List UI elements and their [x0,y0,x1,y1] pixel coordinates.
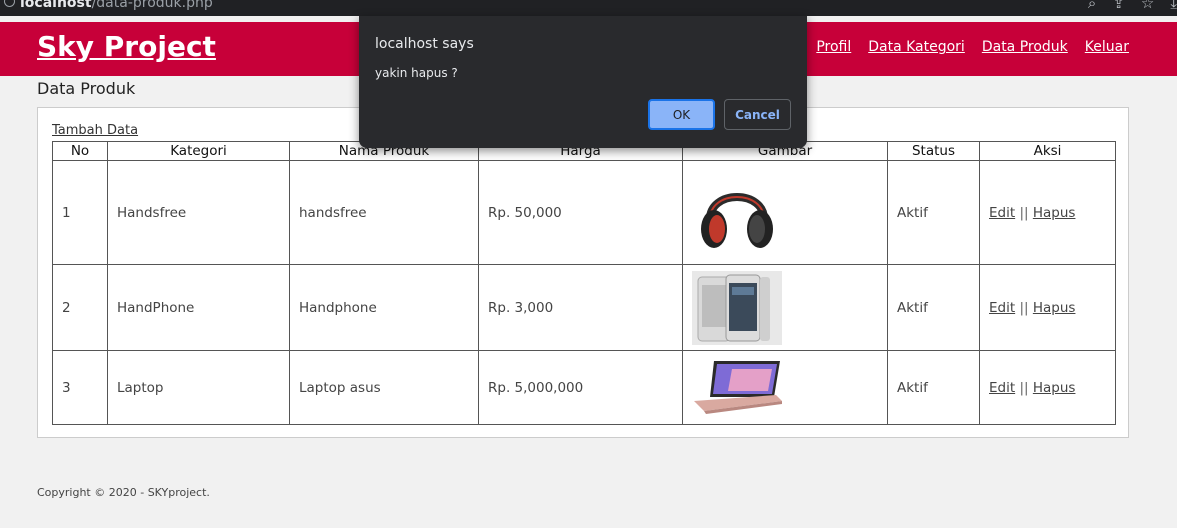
cell-nama: Laptop asus [289,350,479,425]
page-title: Data Produk [37,79,136,98]
url-host: localhost [20,0,92,11]
dialog-title: localhost says [375,36,474,52]
cell-no: 3 [52,350,108,425]
zoom-icon[interactable]: ⌕ [1088,0,1096,12]
cell-status: Aktif [887,160,980,265]
dialog-message: yakin hapus ? [375,66,458,80]
action-separator: || [1019,379,1029,396]
edit-link[interactable]: Edit [989,380,1015,396]
download-icon[interactable]: ⤓ [1170,0,1177,12]
nav-data-produk[interactable]: Data Produk [982,39,1068,55]
cell-status: Aktif [887,350,980,425]
table-row: 1 Handsfree handsfree Rp. 50,000 Aktif E… [52,160,1116,265]
header-kategori: Kategori [107,141,290,161]
confirm-dialog: localhost says yakin hapus ? OK Cancel [359,16,807,148]
cancel-button[interactable]: Cancel [724,99,791,130]
nav-keluar[interactable]: Keluar [1085,39,1129,55]
cell-no: 1 [52,160,108,265]
header-status: Status [887,141,980,161]
add-product-link[interactable]: Tambah Data [52,123,138,138]
delete-link[interactable]: Hapus [1033,300,1076,316]
products-table: No Kategori Nama Produk Harga Gambar Sta… [52,141,1116,425]
address-bar[interactable]: localhost/data-produk.php [20,0,213,11]
delete-link[interactable]: Hapus [1033,205,1076,221]
cell-kategori: HandPhone [107,264,290,351]
url-path: /data-produk.php [91,0,213,11]
delete-link[interactable]: Hapus [1033,380,1076,396]
table-row: 2 HandPhone Handphone Rp. 3,000 Aktif Ed… [52,264,1116,351]
cell-aksi: Edit || Hapus [979,264,1116,351]
cell-status: Aktif [887,264,980,351]
laptop-image [692,356,784,419]
nav-profil[interactable]: Profil [816,39,851,55]
site-info-icon[interactable] [4,0,15,7]
bookmark-star-icon[interactable]: ☆ [1141,0,1154,12]
cell-no: 2 [52,264,108,351]
content-box: Tambah Data No Kategori Nama Produk Harg… [37,107,1129,438]
cell-kategori: Handsfree [107,160,290,265]
header-aksi: Aksi [979,141,1116,161]
cell-harga: Rp. 3,000 [478,264,683,351]
share-icon[interactable]: ⇪ [1112,0,1125,12]
smartphone-image [692,270,782,345]
nav-data-kategori[interactable]: Data Kategori [868,39,965,55]
main-nav: Profil Data Kategori Data Produk Keluar [816,39,1129,55]
footer-copyright: Copyright © 2020 - SKYproject. [37,486,210,499]
cell-gambar [682,264,888,351]
edit-link[interactable]: Edit [989,205,1015,221]
header-no: No [52,141,108,161]
brand-link[interactable]: Sky Project [37,30,216,63]
cell-harga: Rp. 50,000 [478,160,683,265]
cell-harga: Rp. 5,000,000 [478,350,683,425]
cell-aksi: Edit || Hapus [979,350,1116,425]
cell-nama: Handphone [289,264,479,351]
edit-link[interactable]: Edit [989,300,1015,316]
table-row: 3 Laptop Laptop asus Rp. 5,000,000 Aktif… [52,350,1116,425]
ok-button[interactable]: OK [648,99,715,130]
browser-toolbar: localhost/data-produk.php ⌕ ⇪ ☆ ⤓ [0,0,1177,16]
headphones-image [692,170,782,255]
cell-kategori: Laptop [107,350,290,425]
cell-nama: handsfree [289,160,479,265]
cell-aksi: Edit || Hapus [979,160,1116,265]
cell-gambar [682,160,888,265]
cell-gambar [682,350,888,425]
action-separator: || [1019,204,1029,221]
action-separator: || [1019,299,1029,316]
